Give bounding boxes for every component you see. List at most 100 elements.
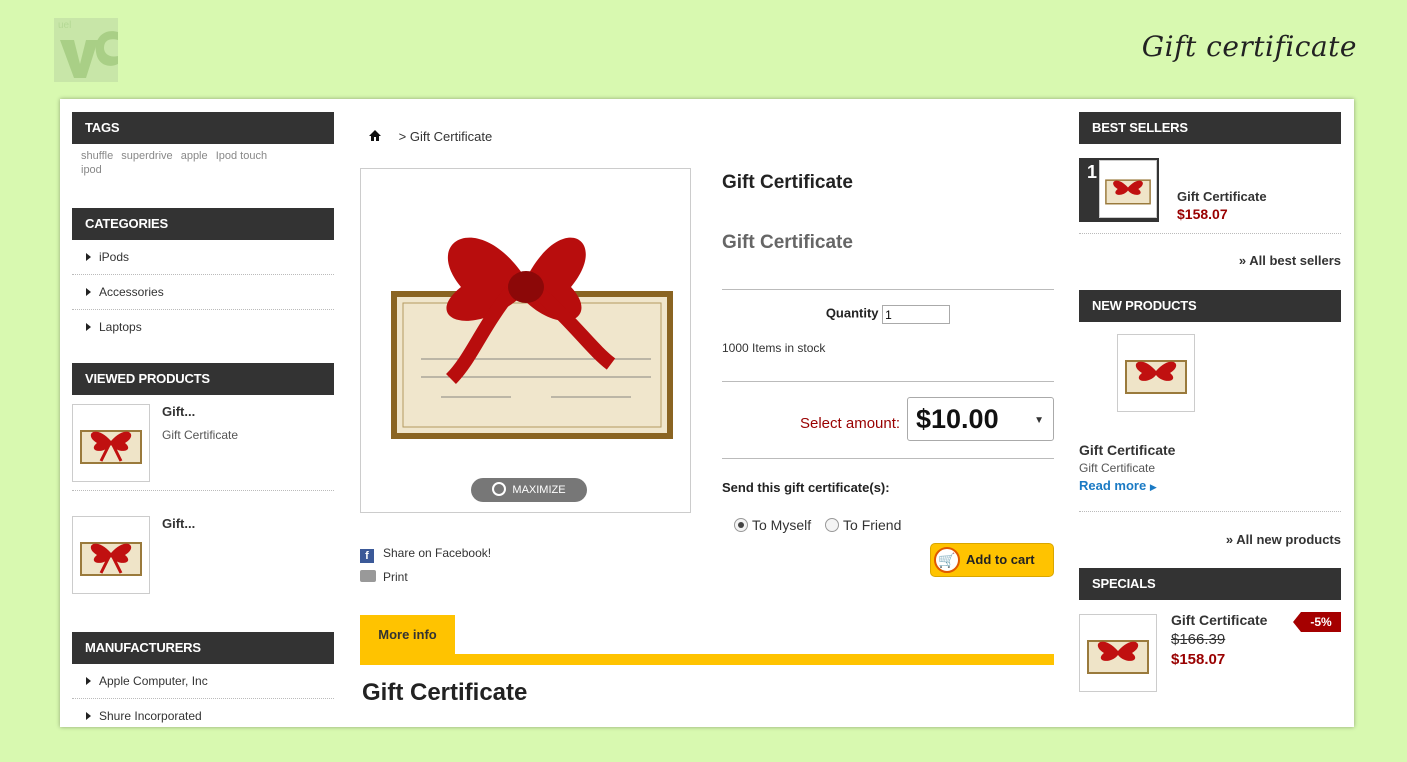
tags-block-title: TAGS bbox=[72, 112, 334, 144]
viewed-products-block-title: VIEWED PRODUCTS bbox=[72, 363, 334, 395]
radio-label: To Myself bbox=[752, 517, 812, 533]
new-products-block-title: NEW PRODUCTS bbox=[1079, 290, 1341, 322]
right-column: BEST SELLERS 1 Gift Certificate $158.07 … bbox=[1079, 112, 1341, 700]
discount-badge: -5% bbox=[1293, 612, 1341, 632]
all-new-products-link[interactable]: » All new products bbox=[1079, 512, 1341, 554]
gift-certificate-thumbnail[interactable] bbox=[1099, 160, 1157, 218]
manufacturers-block-title: MANUFACTURERS bbox=[72, 632, 334, 664]
special-item[interactable]: Gift Certificate $166.39 $158.07 -5% bbox=[1079, 600, 1341, 700]
all-best-sellers-link[interactable]: » All best sellers bbox=[1079, 234, 1341, 276]
divider bbox=[722, 289, 1054, 290]
product-info: Gift Certificate Gift Certificate Quanti… bbox=[722, 99, 1054, 619]
tab-underline bbox=[360, 654, 1054, 665]
add-to-cart-button[interactable]: 🛒 Add to cart bbox=[930, 543, 1054, 577]
facebook-icon: f bbox=[360, 549, 374, 563]
viewed-product-name[interactable]: Gift... bbox=[162, 404, 195, 419]
tag-cloud: shuffle superdrive apple Ipod touch ipod bbox=[72, 144, 334, 208]
best-sellers-block-title: BEST SELLERS bbox=[1079, 112, 1341, 144]
category-item-laptops[interactable]: Laptops bbox=[72, 310, 334, 345]
best-seller-price: $158.07 bbox=[1177, 206, 1228, 222]
viewed-product-item[interactable]: Gift... bbox=[72, 507, 334, 603]
tag-link[interactable]: Ipod touch bbox=[216, 150, 267, 162]
manufacturer-item[interactable]: Apple Computer, Inc bbox=[72, 664, 334, 699]
tag-link[interactable]: superdrive bbox=[121, 150, 172, 162]
radio-label: To Friend bbox=[843, 517, 902, 533]
triangle-right-icon bbox=[86, 253, 91, 261]
breadcrumb-current: > Gift Certificate bbox=[398, 129, 493, 144]
section-title: Gift Certificate bbox=[362, 679, 528, 706]
read-more-link[interactable]: Read more ▶ bbox=[1079, 478, 1157, 493]
tag-link[interactable]: apple bbox=[181, 150, 208, 162]
tag-link[interactable]: shuffle bbox=[81, 150, 113, 162]
chevron-down-icon: ▼ bbox=[1034, 415, 1044, 426]
amount-select[interactable]: $10.00 ▼ bbox=[907, 397, 1054, 441]
product-subtitle: Gift Certificate bbox=[722, 232, 853, 253]
radio-to-friend[interactable]: To Friend bbox=[825, 517, 901, 533]
tab-more-info[interactable]: More info bbox=[360, 615, 455, 654]
print-label: Print bbox=[383, 570, 408, 584]
categories-block-title: CATEGORIES bbox=[72, 208, 334, 240]
stock-text: 1000 Items in stock bbox=[722, 341, 826, 355]
svg-text:uel: uel bbox=[58, 20, 71, 31]
new-product-name[interactable]: Gift Certificate bbox=[1079, 442, 1175, 458]
amount-label: Select amount: bbox=[800, 415, 901, 432]
radio-checked-icon bbox=[734, 518, 748, 532]
tag-link[interactable]: ipod bbox=[81, 164, 102, 176]
quantity-input[interactable] bbox=[882, 305, 951, 324]
radio-unchecked-icon bbox=[825, 518, 840, 532]
printer-icon bbox=[360, 570, 376, 582]
amount-value: $10.00 bbox=[916, 404, 999, 434]
page-title: Gift certificate bbox=[1141, 30, 1357, 63]
category-label: iPods bbox=[99, 250, 130, 264]
shop-logo-icon[interactable]: uel bbox=[54, 18, 118, 82]
best-seller-rank-box: 1 bbox=[1079, 158, 1159, 222]
add-to-cart-label: Add to cart bbox=[966, 552, 1035, 567]
content-panel: TAGS shuffle superdrive apple Ipod touch… bbox=[60, 99, 1354, 727]
viewed-product-name[interactable]: Gift... bbox=[162, 516, 195, 531]
zoom-in-icon bbox=[492, 482, 507, 496]
maximize-label: MAXIMIZE bbox=[512, 484, 566, 496]
gift-certificate-thumbnail[interactable] bbox=[1117, 334, 1195, 412]
best-seller-name[interactable]: Gift Certificate bbox=[1177, 189, 1267, 204]
product-title: Gift Certificate bbox=[722, 172, 853, 193]
share-links: f Share on Facebook! Print bbox=[360, 545, 491, 593]
home-icon[interactable] bbox=[369, 129, 385, 144]
left-column: TAGS shuffle superdrive apple Ipod touch… bbox=[72, 112, 334, 727]
special-old-price: $166.39 bbox=[1171, 631, 1226, 648]
divider bbox=[722, 458, 1054, 459]
gift-certificate-thumbnail[interactable] bbox=[72, 404, 150, 482]
read-more-label: Read more bbox=[1079, 478, 1147, 493]
triangle-right-icon bbox=[86, 323, 91, 331]
special-name[interactable]: Gift Certificate bbox=[1171, 612, 1267, 628]
best-seller-item[interactable]: 1 Gift Certificate $158.07 bbox=[1079, 144, 1341, 234]
triangle-right-icon: ▶ bbox=[1149, 482, 1157, 492]
specials-block-title: SPECIALS bbox=[1079, 568, 1341, 600]
category-item-accessories[interactable]: Accessories bbox=[72, 275, 334, 310]
share-facebook-link[interactable]: f Share on Facebook! bbox=[360, 545, 491, 569]
manufacturer-item[interactable]: Shure Incorporated bbox=[72, 699, 334, 727]
category-item-ipods[interactable]: iPods bbox=[72, 240, 334, 275]
rank-number: 1 bbox=[1087, 162, 1098, 182]
maximize-button[interactable]: MAXIMIZE bbox=[471, 478, 587, 502]
divider bbox=[722, 381, 1054, 382]
send-label: Send this gift certificate(s): bbox=[722, 480, 890, 495]
share-facebook-label: Share on Facebook! bbox=[383, 546, 492, 560]
triangle-right-icon bbox=[86, 288, 91, 296]
recipient-radio-group: To Myself To Friend bbox=[734, 517, 901, 533]
product-image[interactable]: MAXIMIZE bbox=[360, 168, 691, 513]
radio-to-myself[interactable]: To Myself bbox=[734, 517, 811, 533]
print-link[interactable]: Print bbox=[360, 569, 491, 593]
viewed-product-item[interactable]: Gift... Gift Certificate bbox=[72, 395, 334, 491]
triangle-right-icon bbox=[86, 712, 91, 720]
quantity-row: Quantity bbox=[722, 305, 1054, 324]
triangle-right-icon bbox=[86, 677, 91, 685]
manufacturer-label: Shure Incorporated bbox=[99, 709, 202, 723]
product-main: > Gift Certificate MAXIMIZE f Share on Fa… bbox=[360, 99, 1054, 727]
new-product-desc: Gift Certificate bbox=[1079, 461, 1156, 475]
gift-certificate-thumbnail[interactable] bbox=[72, 516, 150, 594]
cart-icon: 🛒 bbox=[934, 547, 960, 573]
breadcrumb: > Gift Certificate bbox=[369, 129, 492, 144]
gift-certificate-thumbnail[interactable] bbox=[1079, 614, 1157, 692]
new-product-item[interactable]: Gift Certificate Gift Certificate Read m… bbox=[1079, 322, 1341, 512]
quantity-label: Quantity bbox=[825, 305, 879, 321]
